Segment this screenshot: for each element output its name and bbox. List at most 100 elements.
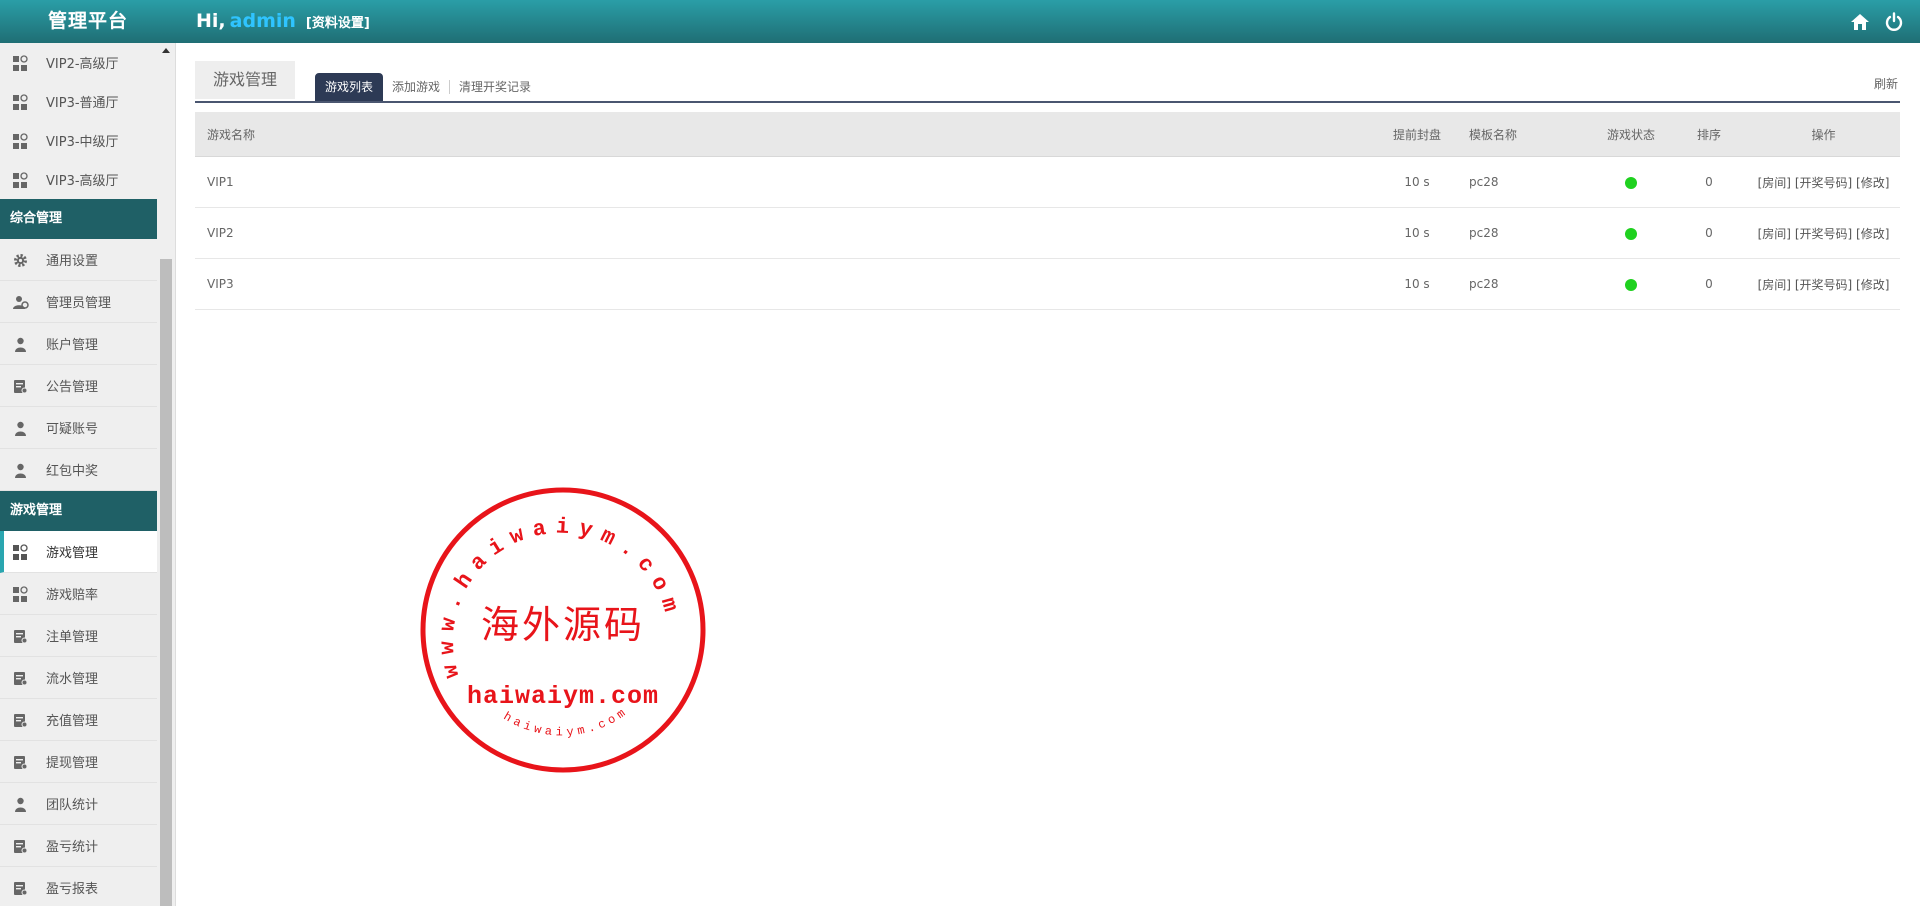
col-template: 模板名称 [1457,112,1591,157]
status-cell [1591,207,1671,259]
tab-clear-draw-records[interactable]: 清理开奖记录 [449,80,540,94]
sidebar-item-game-management[interactable]: 游戏管理 [0,531,157,573]
sidebar-item-label: VIP3-高级厅 [46,174,119,189]
rooms-link[interactable]: [房间] [1758,278,1791,292]
game-name: VIP2 [195,207,1377,259]
sidebar-item-label: 盈亏统计 [46,840,99,855]
power-icon[interactable] [1884,11,1904,32]
sidebar-item-bet-management[interactable]: 注单管理 [0,615,157,657]
tab-game-list[interactable]: 游戏列表 [315,73,384,101]
sidebar-item-label: 注单管理 [46,630,99,645]
sidebar-item-label: 公告管理 [46,380,99,395]
brand-title: 管理平台 [47,10,128,32]
greeting: Hi, admin [资料设置] [196,0,370,43]
tab-add-game[interactable]: 添加游戏 [383,80,449,94]
edit-link[interactable]: [修改] [1856,278,1889,292]
status-dot-icon[interactable] [1625,176,1637,189]
rooms-link[interactable]: [房间] [1758,227,1791,241]
sidebar-item-general-settings[interactable]: 通用设置 [0,239,157,281]
status-dot-icon[interactable] [1625,227,1637,240]
actions-cell: [房间] [开奖号码] [修改] [1747,156,1900,208]
profile-settings-link[interactable]: [资料设置] [306,16,370,31]
page-title: 游戏管理 [195,61,295,99]
top-bar: 管理平台 Hi, admin [资料设置] [0,0,1920,43]
stamp-arc-text: www.haiwaiym.com [435,514,685,680]
template-name: pc28 [1457,258,1591,310]
grid-icon [12,543,29,561]
sidebar-section-general[interactable]: 综合管理 [0,199,157,239]
col-actions: 操作 [1747,112,1900,157]
refresh-link[interactable]: 刷新 [1874,75,1898,92]
sidebar-item-vip3-senior[interactable]: VIP3-高级厅 [0,160,157,199]
sidebar-item-game-odds[interactable]: 游戏赔率 [0,573,157,615]
edit-link[interactable]: [修改] [1856,176,1889,190]
template-name: pc28 [1457,207,1591,259]
sidebar-item-vip3-normal[interactable]: VIP3-普通厅 [0,82,157,121]
doc-icon [12,880,29,897]
advance-close: 10 s [1377,156,1457,208]
sidebar-item-label: VIP2-高级厅 [46,57,119,72]
edit-link[interactable]: [修改] [1856,227,1889,241]
sidebar-item-label: 管理员管理 [46,296,112,311]
draw-numbers-link[interactable]: [开奖号码] [1795,176,1852,190]
sidebar-item-withdraw-management[interactable]: 提现管理 [0,741,157,783]
sidebar-item-vip2-senior[interactable]: VIP2-高级厅 [0,43,157,82]
rooms-link[interactable]: [房间] [1758,176,1791,190]
status-cell [1591,156,1671,208]
user-icon [12,420,29,437]
watermark-stamp: www.haiwaiym.com 海外源码 haiwaiym.com haiwa… [419,486,707,774]
sidebar-scrollbar[interactable] [159,43,173,906]
sidebar-item-turnover-management[interactable]: 流水管理 [0,657,157,699]
sidebar-item-profit-stats[interactable]: 盈亏统计 [0,825,157,867]
grid-icon [12,171,29,189]
stamp-domain-text: haiwaiym.com [467,682,659,711]
sidebar-scrollbar-thumb[interactable] [160,259,172,906]
sidebar-item-label: VIP3-中级厅 [46,135,119,150]
sidebar-item-label: 账户管理 [46,338,99,353]
sidebar-item-vip3-medium[interactable]: VIP3-中级厅 [0,121,157,160]
draw-numbers-link[interactable]: [开奖号码] [1795,278,1852,292]
users-icon [12,294,29,311]
sidebar-item-label: 游戏赔率 [46,588,99,603]
sidebar-item-label: 游戏管理 [46,546,99,561]
advance-close: 10 s [1377,258,1457,310]
sidebar-item-label: 可疑账号 [46,422,99,437]
gear-icon [12,252,29,269]
sidebar-item-label: 提现管理 [46,756,99,771]
sidebar-item-profit-report[interactable]: 盈亏报表 [0,867,157,906]
grid-icon [12,54,29,72]
sidebar-item-account-management[interactable]: 账户管理 [0,323,157,365]
sidebar-item-red-packet[interactable]: 红包中奖 [0,449,157,491]
actions-cell: [房间] [开奖号码] [修改] [1747,258,1900,310]
home-icon[interactable] [1850,12,1870,32]
actions-cell: [房间] [开奖号码] [修改] [1747,207,1900,259]
draw-numbers-link[interactable]: [开奖号码] [1795,227,1852,241]
sidebar-menu: VIP2-高级厅 VIP3-普通厅 VIP3-中级厅 VIP3-高级厅 综合管理… [0,43,157,906]
doc-icon [12,754,29,771]
sidebar-item-team-stats[interactable]: 团队统计 [0,783,157,825]
sidebar-item-label: 红包中奖 [46,464,99,479]
grid-icon [12,585,29,603]
sort-order: 0 [1671,156,1747,208]
sidebar-item-admin-management[interactable]: 管理员管理 [0,281,157,323]
scroll-up-arrow-icon[interactable] [162,48,170,53]
user-icon [12,462,29,479]
template-name: pc28 [1457,156,1591,208]
sidebar-item-label: 流水管理 [46,672,99,687]
sidebar-item-label: VIP3-普通厅 [46,96,119,111]
col-status: 游戏状态 [1591,112,1671,157]
sidebar: VIP2-高级厅 VIP3-普通厅 VIP3-中级厅 VIP3-高级厅 综合管理… [0,43,176,906]
table-row: VIP1 10 s pc28 0 [房间] [开奖号码] [修改] [195,156,1900,208]
username-link[interactable]: admin [230,10,296,32]
table-row: VIP3 10 s pc28 0 [房间] [开奖号码] [修改] [195,258,1900,310]
doc-icon [12,838,29,855]
sidebar-item-announcements[interactable]: 公告管理 [0,365,157,407]
sidebar-section-game[interactable]: 游戏管理 [0,491,157,531]
tab-bar: 游戏管理 游戏列表 添加游戏 清理开奖记录 刷新 [195,61,1900,103]
sidebar-item-recharge-management[interactable]: 充值管理 [0,699,157,741]
doc-icon [12,670,29,687]
sidebar-item-suspicious-accounts[interactable]: 可疑账号 [0,407,157,449]
table-row: VIP2 10 s pc28 0 [房间] [开奖号码] [修改] [195,207,1900,259]
status-dot-icon[interactable] [1625,278,1637,291]
user-icon [12,336,29,353]
